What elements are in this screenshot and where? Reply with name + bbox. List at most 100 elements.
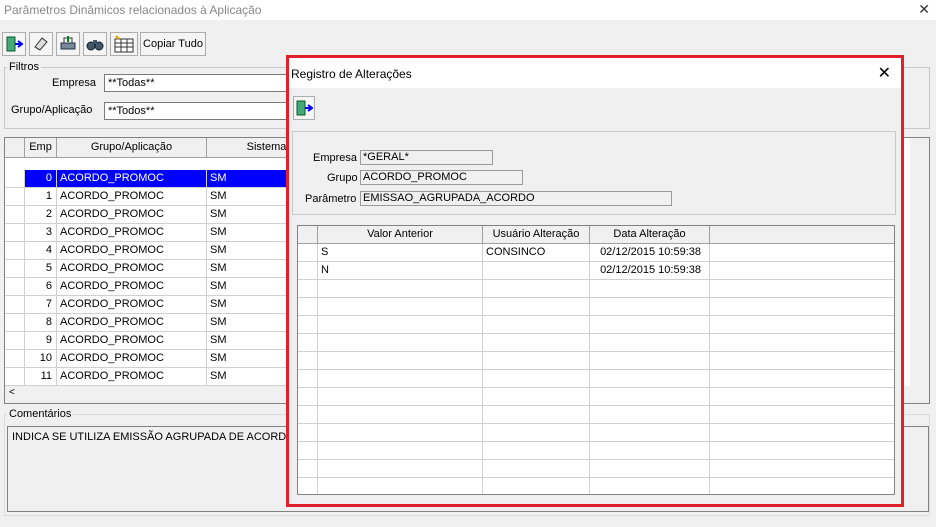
cell-valor-anterior[interactable]: S [318, 244, 483, 262]
cell-empty[interactable] [710, 442, 894, 460]
row-indicator[interactable] [5, 224, 25, 242]
row-indicator[interactable] [5, 350, 25, 368]
row-indicator[interactable] [5, 314, 25, 332]
cell-grupo[interactable]: ACORDO_PROMOC [57, 332, 207, 350]
cell-data[interactable] [590, 478, 710, 494]
cell-usuario[interactable] [483, 424, 590, 442]
dialog-row-indicator[interactable] [298, 406, 318, 424]
copy-all-button[interactable]: Copiar Tudo [140, 32, 206, 56]
dialog-row-indicator[interactable] [298, 280, 318, 298]
cell-data[interactable] [590, 442, 710, 460]
cell-empty[interactable] [710, 316, 894, 334]
column-header-data[interactable]: Data Alteração [590, 226, 710, 244]
cell-empty[interactable] [710, 298, 894, 316]
row-indicator[interactable] [5, 296, 25, 314]
cell-data[interactable] [590, 298, 710, 316]
change-history-grid[interactable]: Valor Anterior Usuário Alteração Data Al… [297, 225, 895, 495]
cell-grupo[interactable]: ACORDO_PROMOC [57, 206, 207, 224]
row-indicator[interactable] [5, 278, 25, 296]
row-indicator[interactable] [5, 206, 25, 224]
cell-usuario[interactable] [483, 406, 590, 424]
cell-empty[interactable] [710, 406, 894, 424]
cell-data[interactable] [590, 406, 710, 424]
column-header-emp[interactable]: Emp [25, 138, 57, 158]
cell-empty[interactable] [710, 280, 894, 298]
cell-empty[interactable] [710, 352, 894, 370]
print-button[interactable] [56, 32, 80, 56]
cell-data[interactable] [590, 316, 710, 334]
cell-grupo[interactable]: ACORDO_PROMOC [57, 242, 207, 260]
dialog-close-button[interactable]: ✕ [878, 63, 891, 83]
cell-emp[interactable]: 7 [25, 296, 57, 314]
cell-usuario[interactable] [483, 316, 590, 334]
cell-valor-anterior[interactable] [318, 442, 483, 460]
cell-valor-anterior[interactable] [318, 460, 483, 478]
cell-emp[interactable]: 10 [25, 350, 57, 368]
cell-valor-anterior[interactable] [318, 388, 483, 406]
search-button[interactable] [83, 32, 107, 56]
dialog-row-indicator[interactable] [298, 262, 318, 280]
cell-valor-anterior[interactable] [318, 334, 483, 352]
cell-empty[interactable] [710, 424, 894, 442]
row-indicator[interactable] [5, 332, 25, 350]
cell-usuario[interactable] [483, 478, 590, 494]
cell-data[interactable] [590, 388, 710, 406]
cell-data[interactable] [590, 424, 710, 442]
cell-data[interactable] [590, 460, 710, 478]
cell-emp[interactable]: 1 [25, 188, 57, 206]
cell-empty[interactable] [710, 244, 894, 262]
cell-usuario[interactable] [483, 388, 590, 406]
cell-valor-anterior[interactable] [318, 316, 483, 334]
cell-grupo[interactable]: ACORDO_PROMOC [57, 350, 207, 368]
cell-data[interactable]: 02/12/2015 10:59:38 [590, 244, 710, 262]
cell-emp[interactable]: 5 [25, 260, 57, 278]
cell-emp[interactable]: 2 [25, 206, 57, 224]
cell-valor-anterior[interactable] [318, 370, 483, 388]
scroll-left-icon[interactable]: < [9, 387, 15, 398]
cell-valor-anterior[interactable]: N [318, 262, 483, 280]
cell-grupo[interactable]: ACORDO_PROMOC [57, 170, 207, 188]
cell-usuario[interactable] [483, 442, 590, 460]
dialog-row-indicator[interactable] [298, 442, 318, 460]
row-indicator[interactable] [5, 260, 25, 278]
cell-empty[interactable] [710, 334, 894, 352]
cell-valor-anterior[interactable] [318, 424, 483, 442]
cell-data[interactable]: 02/12/2015 10:59:38 [590, 262, 710, 280]
cell-data[interactable] [590, 370, 710, 388]
column-header-usuario[interactable]: Usuário Alteração [483, 226, 590, 244]
dialog-row-indicator[interactable] [298, 388, 318, 406]
cell-emp[interactable]: 3 [25, 224, 57, 242]
cell-valor-anterior[interactable] [318, 298, 483, 316]
grid-settings-button[interactable] [110, 32, 138, 56]
cell-valor-anterior[interactable] [318, 352, 483, 370]
cell-data[interactable] [590, 334, 710, 352]
cell-grupo[interactable]: ACORDO_PROMOC [57, 314, 207, 332]
cell-valor-anterior[interactable] [318, 478, 483, 494]
cell-valor-anterior[interactable] [318, 406, 483, 424]
cell-grupo[interactable]: ACORDO_PROMOC [57, 368, 207, 386]
column-header-grupo[interactable]: Grupo/Aplicação [57, 138, 207, 158]
clear-button[interactable] [29, 32, 53, 56]
grupo-combo[interactable]: **Todos** [104, 102, 294, 120]
cell-usuario[interactable] [483, 352, 590, 370]
cell-emp[interactable]: 6 [25, 278, 57, 296]
dialog-row-indicator[interactable] [298, 478, 318, 494]
grid-vertical-scrollbar[interactable] [910, 138, 929, 403]
cell-grupo[interactable]: ACORDO_PROMOC [57, 224, 207, 242]
dialog-row-indicator[interactable] [298, 244, 318, 262]
row-indicator[interactable] [5, 242, 25, 260]
cell-usuario[interactable] [483, 370, 590, 388]
cell-empty[interactable] [710, 262, 894, 280]
cell-grupo[interactable]: ACORDO_PROMOC [57, 188, 207, 206]
row-indicator[interactable] [5, 368, 25, 386]
cell-emp[interactable]: 8 [25, 314, 57, 332]
cell-data[interactable] [590, 280, 710, 298]
cell-valor-anterior[interactable] [318, 280, 483, 298]
cell-empty[interactable] [710, 388, 894, 406]
empresa-combo[interactable]: **Todas** [104, 74, 294, 92]
dialog-row-indicator[interactable] [298, 352, 318, 370]
cell-usuario[interactable] [483, 262, 590, 280]
dialog-exit-button[interactable] [293, 96, 315, 120]
cell-usuario[interactable] [483, 298, 590, 316]
cell-usuario[interactable] [483, 334, 590, 352]
